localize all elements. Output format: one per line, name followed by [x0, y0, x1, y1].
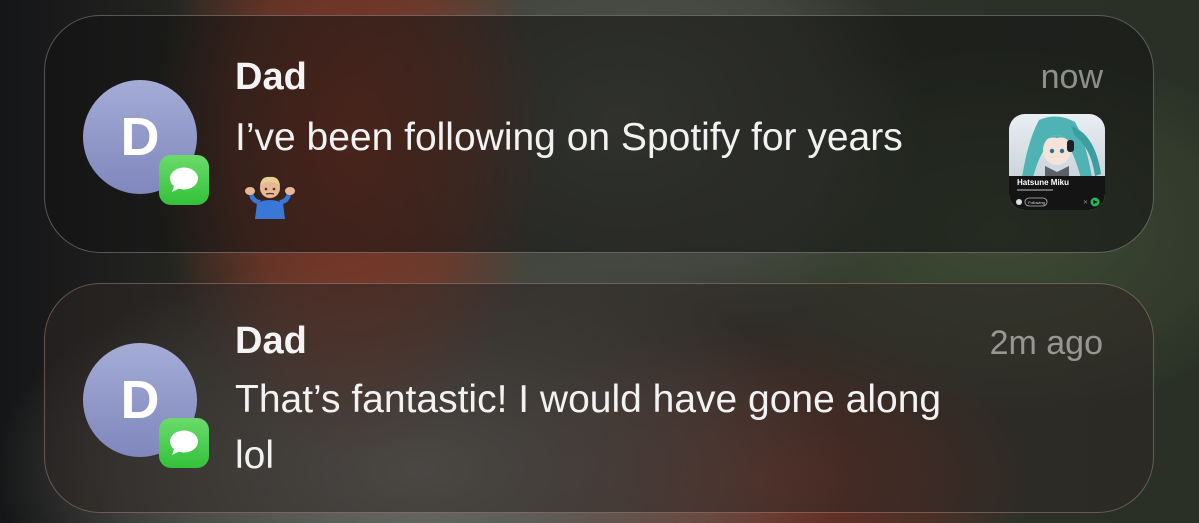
avatar-initial: D [120, 107, 160, 167]
notification-time: now [1040, 58, 1103, 96]
message-bubble-icon [170, 167, 198, 192]
message-text: That’s fantastic! I would have gone alon… [235, 378, 942, 477]
thumbnail-follow-button: Following [1028, 200, 1045, 205]
svg-text:✕: ✕ [1083, 200, 1088, 206]
message-preview: I’ve been following on Spotify for years [235, 110, 955, 222]
notification-card[interactable]: D Dad now I’ve been following on Spotify… [44, 15, 1154, 253]
spotify-screenshot-image: Hatsune Miku Following ✕ [1009, 114, 1105, 210]
messages-app-icon [159, 418, 209, 468]
notification-card[interactable]: D Dad 2m ago That’s fantastic! I would h… [44, 283, 1154, 513]
person-shrugging-emoji-icon [245, 176, 295, 219]
message-text: I’ve been following on Spotify for years [235, 116, 903, 159]
avatar-initial: D [120, 370, 160, 430]
notification-time: 2m ago [989, 324, 1103, 362]
thumbnail-artist-label: Hatsune Miku [1017, 178, 1069, 187]
message-preview: That’s fantastic! I would have gone alon… [235, 372, 955, 484]
sender-name: Dad [235, 56, 307, 98]
messages-app-icon [159, 155, 209, 205]
sender-name: Dad [235, 320, 307, 362]
attachment-thumbnail[interactable]: Hatsune Miku Following ✕ [1009, 114, 1105, 210]
message-bubble-icon [170, 430, 198, 455]
